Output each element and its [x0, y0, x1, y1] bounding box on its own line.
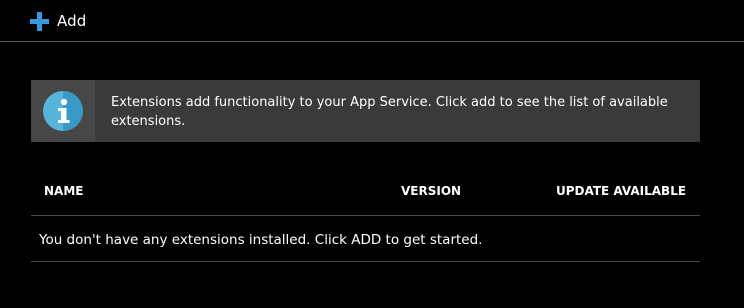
empty-state-message: You don't have any extensions installed.…: [39, 232, 483, 248]
plus-icon: [30, 11, 49, 31]
table-header: NAME VERSION UPDATE AVAILABLE: [31, 168, 700, 216]
add-button[interactable]: Add: [30, 8, 86, 34]
column-header-version[interactable]: VERSION: [401, 184, 461, 198]
column-header-update-available[interactable]: UPDATE AVAILABLE: [556, 184, 686, 198]
command-bar: Add: [0, 0, 744, 42]
column-header-name[interactable]: NAME: [44, 184, 83, 198]
info-banner-text: Extensions add functionality to your App…: [111, 95, 668, 129]
info-icon-container: [31, 80, 95, 142]
info-banner: Extensions add functionality to your App…: [31, 80, 700, 142]
add-button-label: Add: [57, 12, 87, 30]
info-icon: [43, 91, 83, 131]
empty-state-row: You don't have any extensions installed.…: [31, 216, 700, 262]
extensions-table: NAME VERSION UPDATE AVAILABLE You don't …: [31, 168, 700, 262]
